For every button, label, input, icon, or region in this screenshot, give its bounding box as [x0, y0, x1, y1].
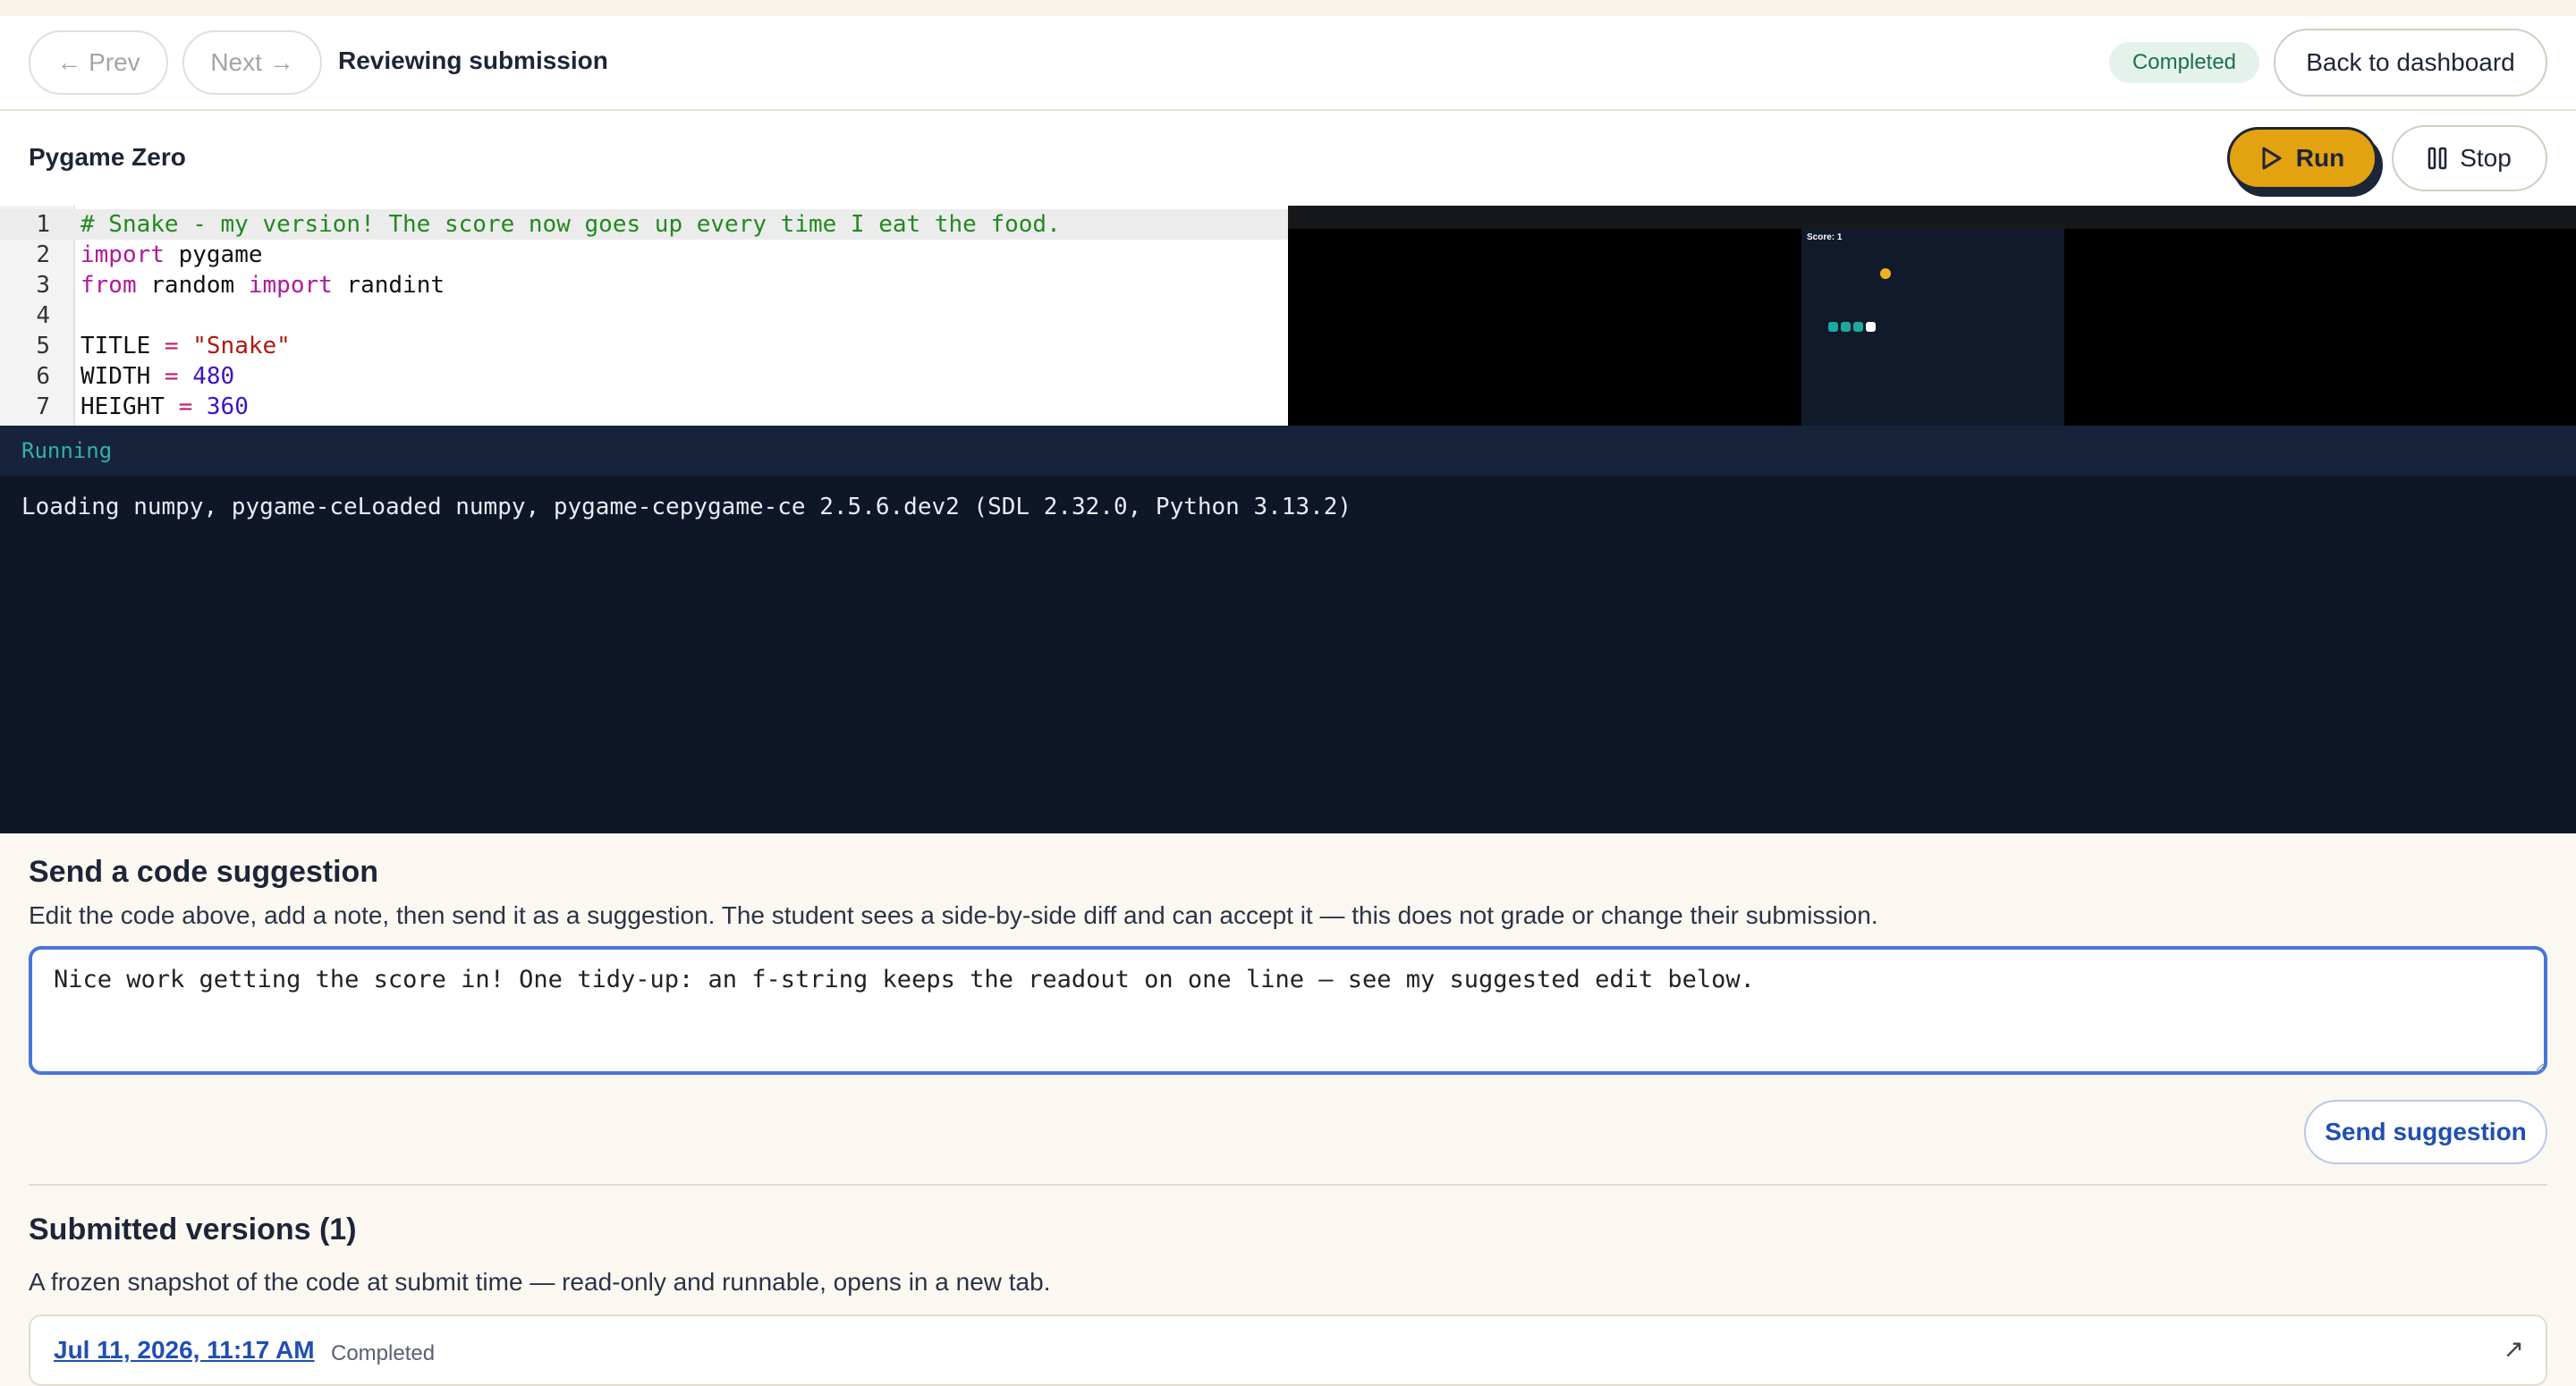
food-dot: [1880, 268, 1891, 279]
run-label: Run: [2295, 144, 2345, 172]
canvas-topbar: [1288, 206, 2576, 229]
code-text: # Snake - my version! The score now goes…: [80, 209, 1061, 240]
run-button[interactable]: Run: [2227, 127, 2377, 190]
snake-segment: [1853, 322, 1863, 332]
code-line[interactable]: 5 TITLE = "Snake": [0, 331, 1288, 361]
code-text: TITLE = "Snake": [80, 331, 291, 361]
code-token: HEIGHT: [80, 393, 179, 420]
project-name: Pygame Zero: [29, 143, 186, 171]
snake-segment: [1841, 322, 1851, 332]
code-line[interactable]: 7 HEIGHT = 360: [0, 392, 1288, 422]
console-status-bar: Running: [0, 426, 2576, 477]
suggestion-heading: Send a code suggestion: [29, 855, 379, 889]
stop-button[interactable]: Stop: [2392, 125, 2547, 191]
code-editor[interactable]: 1 # Snake - my version! The score now goe…: [0, 206, 1288, 426]
line-number: 3: [36, 272, 50, 299]
game-canvas[interactable]: Score: 1: [1288, 206, 2576, 426]
code-token: random: [136, 272, 249, 299]
code-token: =: [164, 363, 179, 390]
version-status: Completed: [331, 1341, 436, 1365]
code-text: import pygame: [80, 240, 263, 270]
line-number: 5: [36, 333, 50, 359]
code-line[interactable]: 3 from random import randint: [0, 270, 1288, 300]
suggestion-note-field[interactable]: Nice work getting the score in! One tidy…: [29, 946, 2547, 1075]
play-icon: [2262, 147, 2282, 170]
code-token: randint: [332, 272, 445, 299]
code-text: from random import randint: [80, 270, 445, 300]
snake-segment: [1828, 322, 1838, 332]
code-token: import: [80, 241, 165, 268]
code-line[interactable]: 4: [0, 300, 1288, 331]
code-token: TITLE: [80, 333, 165, 359]
console-status: Running: [21, 438, 113, 463]
code-token: =: [164, 333, 179, 359]
code-token: pygame: [164, 241, 263, 268]
line-number: 2: [36, 241, 50, 268]
code-token: # Snake - my version! The score now goes…: [80, 211, 1061, 238]
code-line[interactable]: 6 WIDTH = 480: [0, 361, 1288, 392]
code-token: 360: [206, 393, 249, 420]
score-readout: Score: 1: [1807, 232, 1843, 242]
game-area: Score: 1: [1801, 229, 2064, 426]
line-number: 6: [36, 363, 50, 390]
code-token: from: [80, 272, 137, 299]
code-token: "Snake": [192, 333, 291, 359]
versions-description: A frozen snapshot of the code at submit …: [29, 1268, 1051, 1296]
versions-heading: Submitted versions (1): [29, 1213, 357, 1247]
console-output: Loading numpy, pygame-ceLoaded numpy, py…: [0, 476, 2576, 833]
line-number: 7: [36, 393, 50, 420]
page-title: Reviewing submission: [338, 46, 608, 74]
code-line[interactable]: 2 import pygame: [0, 240, 1288, 270]
open-external-icon[interactable]: ↗: [2504, 1334, 2524, 1364]
code-text: HEIGHT = 360: [80, 392, 249, 422]
code-token: 480: [192, 363, 235, 390]
version-card[interactable]: Jul 11, 2026, 11:17 AM Completed ↗: [29, 1314, 2547, 1386]
line-number: 1: [36, 211, 50, 238]
snake-head: [1866, 322, 1876, 332]
stop-label: Stop: [2460, 144, 2512, 172]
project-toolbar: Pygame Zero Run Stop: [0, 111, 2576, 206]
next-button[interactable]: Next →: [182, 30, 322, 95]
status-badge: Completed: [2109, 42, 2259, 83]
code-text: WIDTH = 480: [80, 361, 234, 392]
prev-button[interactable]: ← Prev: [29, 30, 168, 95]
version-date-link[interactable]: Jul 11, 2026, 11:17 AM: [54, 1336, 315, 1365]
code-token: WIDTH: [80, 363, 165, 390]
line-number: 4: [36, 302, 50, 329]
code-token: import: [248, 272, 333, 299]
console-text: Loading numpy, pygame-ceLoaded numpy, py…: [21, 494, 1352, 520]
section-divider: [29, 1184, 2547, 1186]
code-line[interactable]: 1 # Snake - my version! The score now goe…: [0, 209, 1288, 240]
top-strip: [0, 0, 2576, 18]
code-token: =: [178, 393, 193, 420]
send-suggestion-button[interactable]: Send suggestion: [2304, 1100, 2547, 1164]
back-to-dashboard-button[interactable]: Back to dashboard: [2274, 29, 2547, 97]
review-header: ← Prev Next → Reviewing submission Compl…: [0, 16, 2576, 111]
pause-icon: [2428, 147, 2447, 170]
suggestion-description: Edit the code above, add a note, then se…: [29, 901, 1878, 929]
